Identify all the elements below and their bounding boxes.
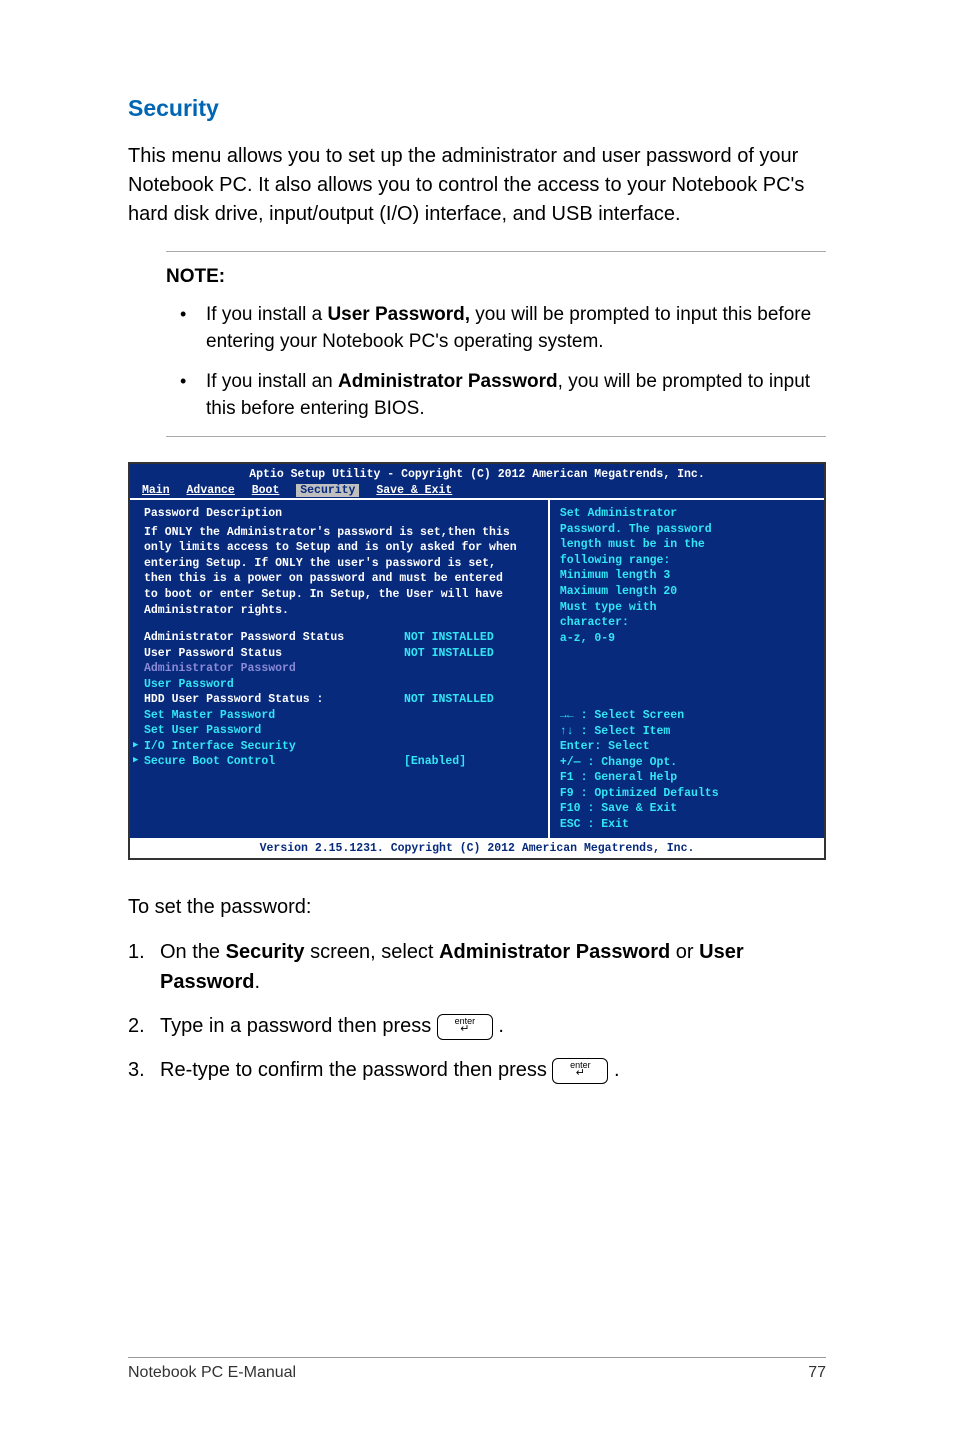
bios-hint-line: ↑↓ : Select Item: [560, 724, 814, 740]
bios-desc: Administrator rights.: [144, 603, 538, 619]
bios-tab-security: Security: [296, 484, 359, 497]
bios-desc: to boot or enter Setup. In Setup, the Us…: [144, 587, 538, 603]
bios-tabs: Main Advance Boot Security Save & Exit: [130, 483, 824, 499]
step-number: 1.: [128, 937, 160, 967]
bios-admin-pw: Administrator Password: [144, 661, 538, 677]
bios-tab-main: Main: [142, 484, 170, 497]
text: On the: [160, 941, 226, 963]
bios-help-line: Maximum length 20: [560, 584, 814, 600]
step-text: Re-type to confirm the password then pre…: [160, 1055, 826, 1085]
enter-key-icon: enter↵: [552, 1058, 608, 1084]
bios-hint-line: F10 : Save & Exit: [560, 801, 814, 817]
enter-key-icon: enter↵: [437, 1014, 493, 1040]
bios-footer: Version 2.15.1231. Copyright (C) 2012 Am…: [130, 838, 824, 858]
note-label: NOTE:: [166, 266, 826, 288]
bios-set-user: Set User Password: [144, 723, 538, 739]
step-2: 2. Type in a password then press enter↵ …: [128, 1011, 826, 1041]
text: .: [254, 971, 260, 993]
text: Re-type to confirm the password then pre…: [160, 1059, 552, 1081]
bios-help-line: length must be in the: [560, 537, 814, 553]
bios-value: NOT INSTALLED: [404, 692, 494, 708]
bios-value: [Enabled]: [404, 754, 466, 770]
note-text: If you install an: [206, 371, 338, 392]
bios-admin-status: Administrator Password Status NOT INSTAL…: [144, 630, 538, 646]
bios-hint-line: F9 : Optimized Defaults: [560, 786, 814, 802]
bios-desc: then this is a power on password and mus…: [144, 571, 538, 587]
bios-help-line: Must type with: [560, 600, 814, 616]
bios-tab-boot: Boot: [252, 484, 280, 497]
bios-tab-advance: Advance: [187, 484, 235, 497]
bios-hint-line: ESC : Exit: [560, 817, 814, 833]
text-bold: Administrator Password: [439, 941, 670, 963]
section-heading: Security: [128, 95, 826, 122]
step-text: On the Security screen, select Administr…: [160, 937, 826, 997]
bios-label: User Password Status: [144, 646, 404, 662]
text: or: [670, 941, 699, 963]
bios-user-pw: User Password: [144, 677, 538, 693]
note-list: If you install a User Password, you will…: [166, 302, 826, 422]
bios-help-line: following range:: [560, 553, 814, 569]
bios-tab-save-exit: Save & Exit: [376, 484, 452, 497]
bios-help-line: character:: [560, 615, 814, 631]
bios-io-security: I/O Interface Security: [144, 739, 538, 755]
note-bold: User Password,: [327, 304, 470, 325]
note-box: NOTE: If you install a User Password, yo…: [166, 251, 826, 437]
bios-hint-line: →← : Select Screen: [560, 708, 814, 724]
intro-paragraph: This menu allows you to set up the admin…: [128, 142, 826, 229]
bios-help: Set Administrator Password. The password…: [560, 506, 814, 708]
instructions-lead: To set the password:: [128, 892, 826, 923]
step-3: 3. Re-type to confirm the password then …: [128, 1055, 826, 1085]
bios-screenshot: Aptio Setup Utility - Copyright (C) 2012…: [128, 462, 826, 860]
note-item: If you install an Administrator Password…: [166, 369, 826, 422]
bios-hint-line: F1 : General Help: [560, 770, 814, 786]
bios-set-master: Set Master Password: [144, 708, 538, 724]
bios-help-line: Set Administrator: [560, 506, 814, 522]
bios-value: NOT INSTALLED: [404, 646, 494, 662]
footer-title: Notebook PC E-Manual: [128, 1364, 296, 1382]
bios-label: Secure Boot Control: [144, 754, 404, 770]
note-bold: Administrator Password: [338, 371, 558, 392]
bios-hdd-status: HDD User Password Status : NOT INSTALLED: [144, 692, 538, 708]
bios-label: HDD User Password Status :: [144, 692, 404, 708]
bios-hints: →← : Select Screen ↑↓ : Select Item Ente…: [560, 708, 814, 832]
bios-title: Aptio Setup Utility - Copyright (C) 2012…: [130, 464, 824, 483]
bios-hint-line: +/— : Change Opt.: [560, 755, 814, 771]
bios-desc: entering Setup. If ONLY the user's passw…: [144, 556, 538, 572]
bios-secure-boot: Secure Boot Control [Enabled]: [144, 754, 538, 770]
text: Type in a password then press: [160, 1015, 437, 1037]
bios-hint-line: Enter: Select: [560, 739, 814, 755]
bios-help-line: a-z, 0-9: [560, 631, 814, 647]
step-1: 1. On the Security screen, select Admini…: [128, 937, 826, 997]
bios-user-status: User Password Status NOT INSTALLED: [144, 646, 538, 662]
note-item: If you install a User Password, you will…: [166, 302, 826, 355]
bios-desc: only limits access to Setup and is only …: [144, 540, 538, 556]
text-bold: Security: [226, 941, 305, 963]
page-footer: Notebook PC E-Manual 77: [128, 1357, 826, 1382]
bios-left-panel: Password Description If ONLY the Adminis…: [130, 500, 550, 838]
text: screen, select: [305, 941, 440, 963]
step-text: Type in a password then press enter↵ .: [160, 1011, 826, 1041]
bios-right-panel: Set Administrator Password. The password…: [550, 500, 824, 838]
step-number: 2.: [128, 1011, 160, 1041]
bios-desc: If ONLY the Administrator's password is …: [144, 525, 538, 541]
bios-help-line: Minimum length 3: [560, 568, 814, 584]
bios-help-line: Password. The password: [560, 522, 814, 538]
step-number: 3.: [128, 1055, 160, 1085]
page-number: 77: [808, 1364, 826, 1382]
bios-pd-heading: Password Description: [144, 506, 538, 522]
bios-label: Administrator Password Status: [144, 630, 404, 646]
bios-value: NOT INSTALLED: [404, 630, 494, 646]
note-text: If you install a: [206, 304, 327, 325]
